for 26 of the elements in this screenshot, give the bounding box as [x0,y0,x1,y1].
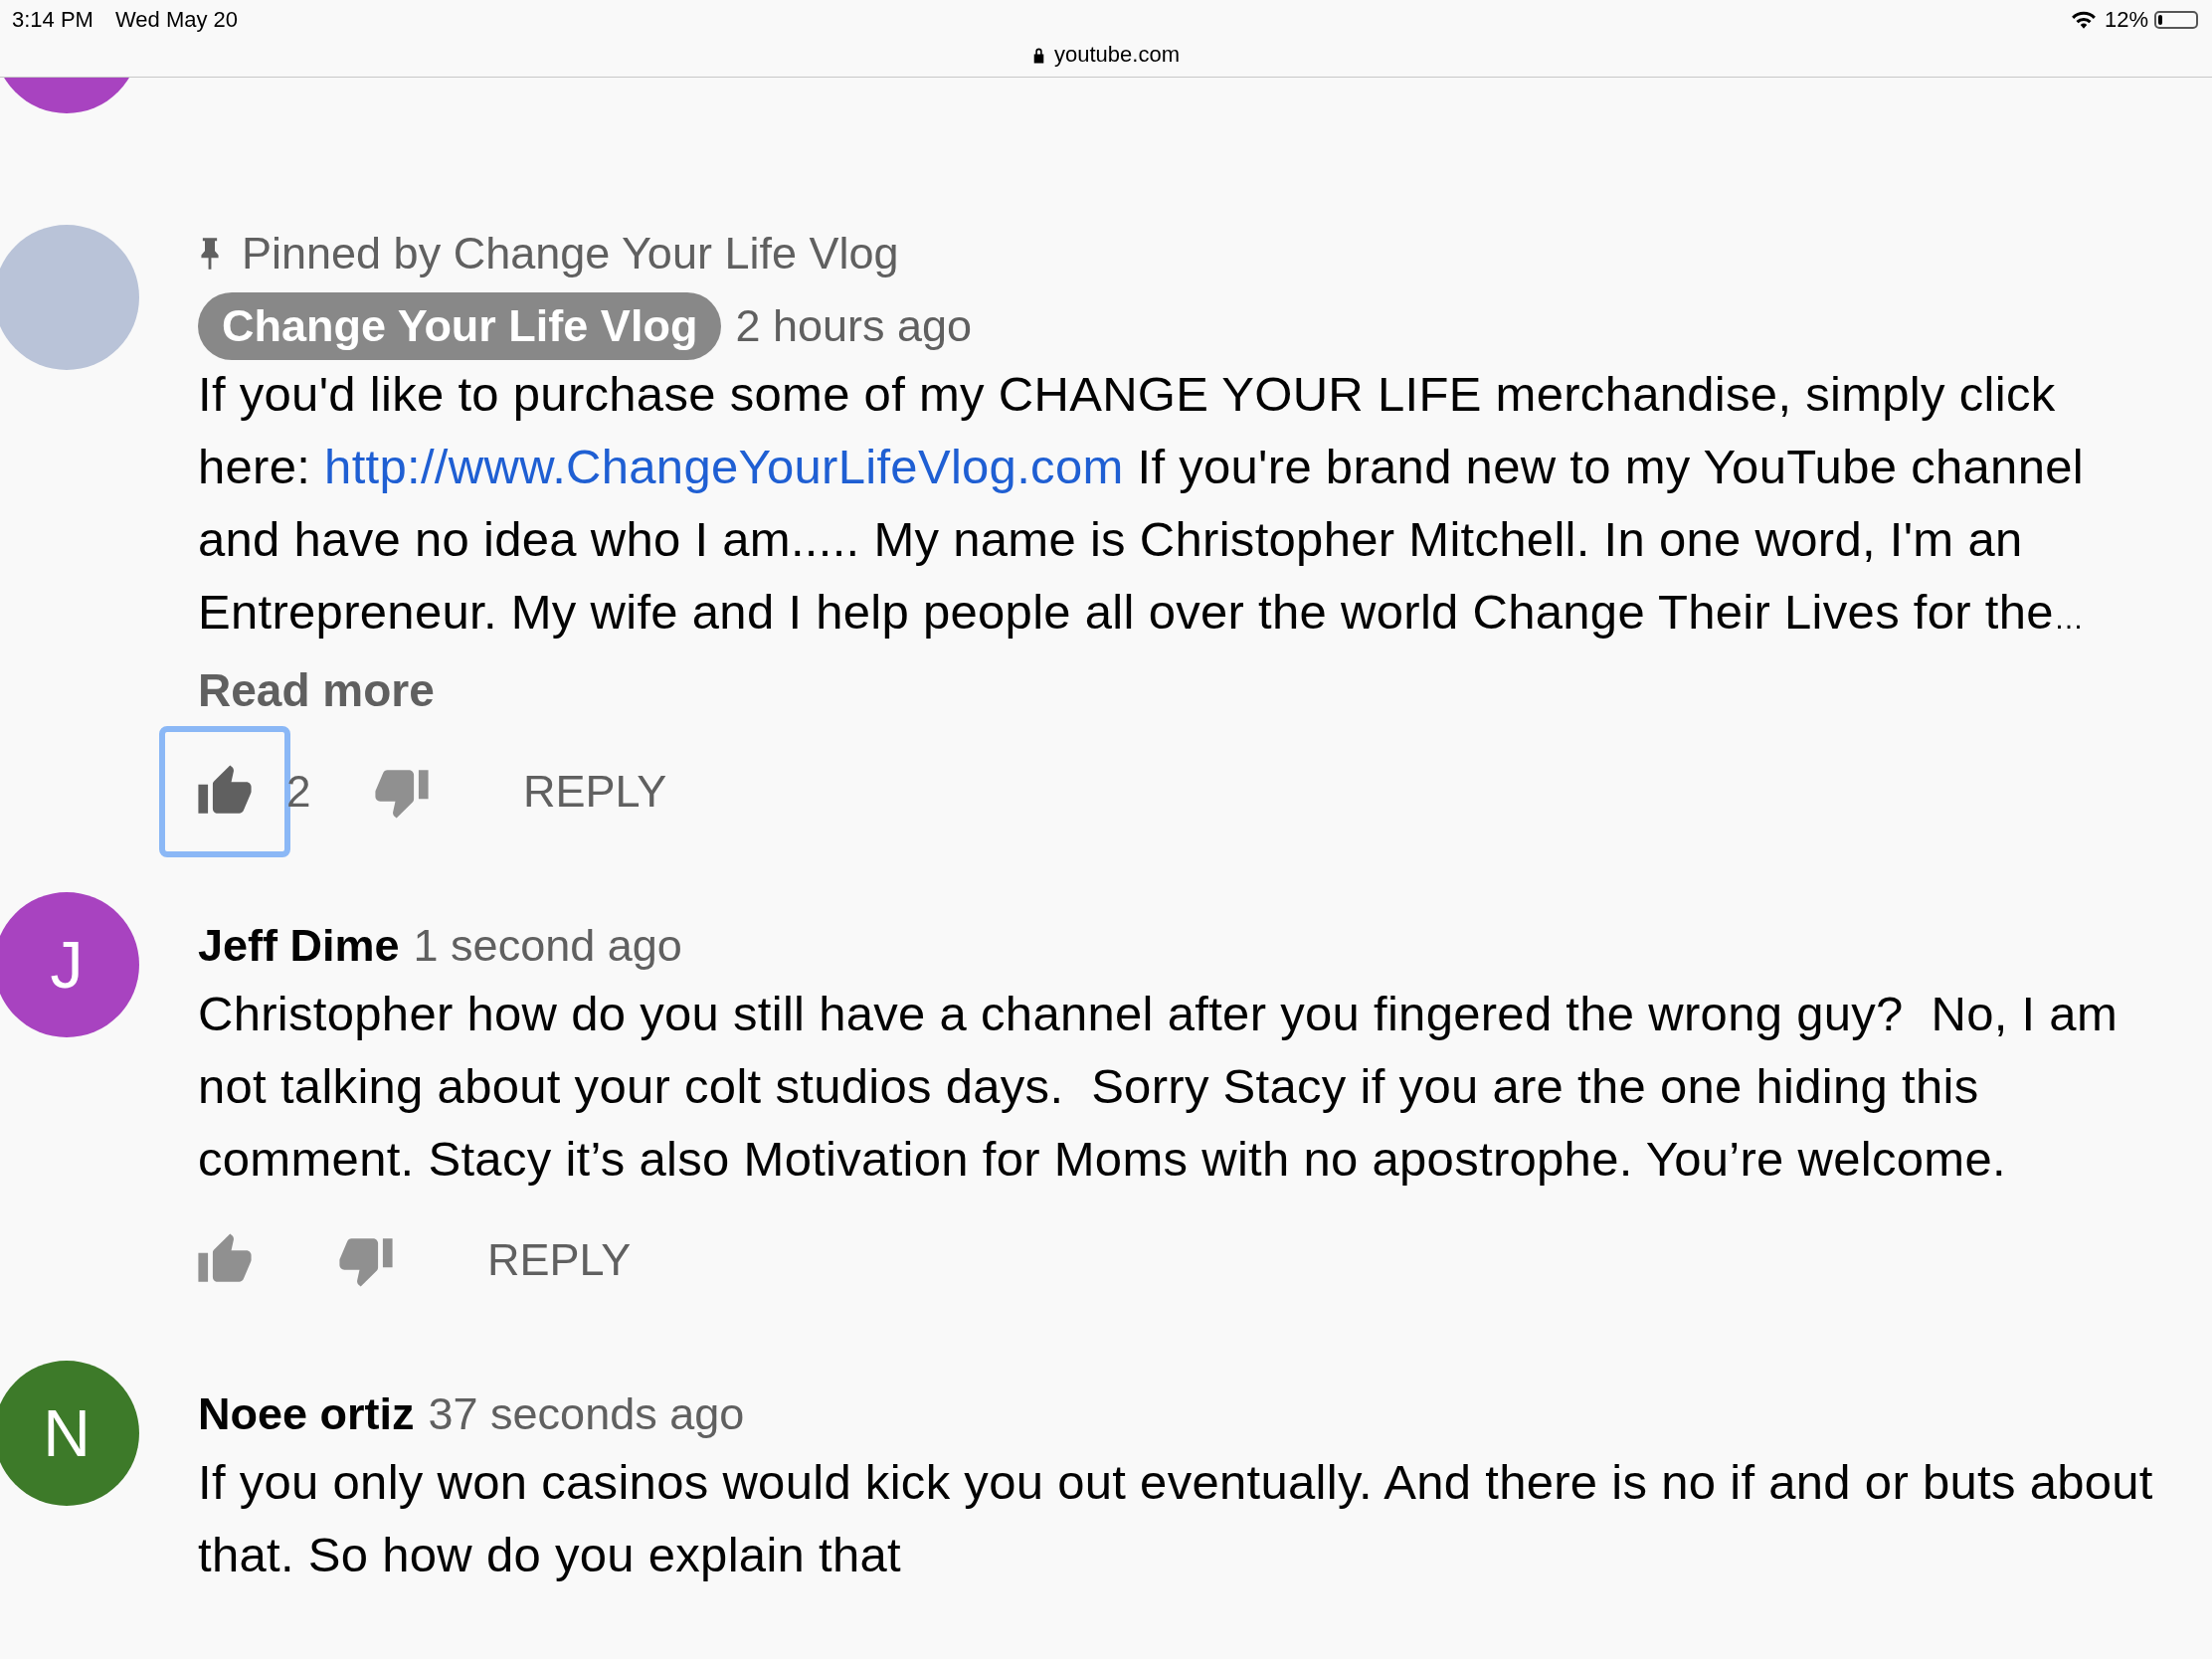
comment-text: If you only won casinos would kick you out eventually. And there is no if and or buts about that. So how do you explain that [198,1454,2154,1583]
pin-icon [200,238,220,270]
like-button[interactable] [159,726,290,857]
website-link[interactable]: http://www.ChangeYourLifeVlog.com [324,440,1124,493]
battery-percent: 12% [2104,7,2148,33]
avatar[interactable]: N [0,1361,139,1506]
comment-time[interactable]: 1 second ago [413,920,682,972]
ellipsis: … [2053,602,2085,635]
battery-icon [2154,11,2198,29]
avatar[interactable]: J [0,892,139,1037]
read-more-button[interactable]: Read more [198,654,435,727]
lock-icon [1032,46,1045,64]
comment-text: Christopher how do you still have a channel after you fingered the wrong guy? No, I am not talking about your colt studios days. Sorry Stacy if you are the one hiding this comment. Stacy it’s also Motivation for Moms with no apostrophe. You’re welcome. [198,986,2120,1188]
author-name[interactable]: Change Your Life Vlog [198,292,722,360]
comment-time[interactable]: 37 seconds ago [428,1388,745,1440]
author-name[interactable]: Jeff Dime [198,920,400,972]
comment-time[interactable]: 2 hours ago [735,300,973,352]
reply-button[interactable]: REPLY [507,766,683,818]
comment-text: If you'd like to purchase some of my CHANGE YOUR LIFE merchandise, simply click here: http://www.ChangeYourLifeVlog.com If you're brand new to my YouTube channel and have no idea who I am..... My name is Christopher Mitchell. In one word, I'm an Entrepreneur. My wife and I help people all over the world Change Their Lives for the… [198,366,2086,641]
url-address[interactable]: youtube.com [1032,36,1180,68]
wifi-icon [2070,10,2097,30]
pinned-label: Pinned by Change Your Life Vlog [242,228,899,279]
status-time: 3:14 PM [12,7,93,33]
author-name[interactable]: Noee ortiz [198,1388,415,1440]
reply-button[interactable]: REPLY [471,1234,647,1286]
status-date: Wed May 20 [114,7,239,33]
